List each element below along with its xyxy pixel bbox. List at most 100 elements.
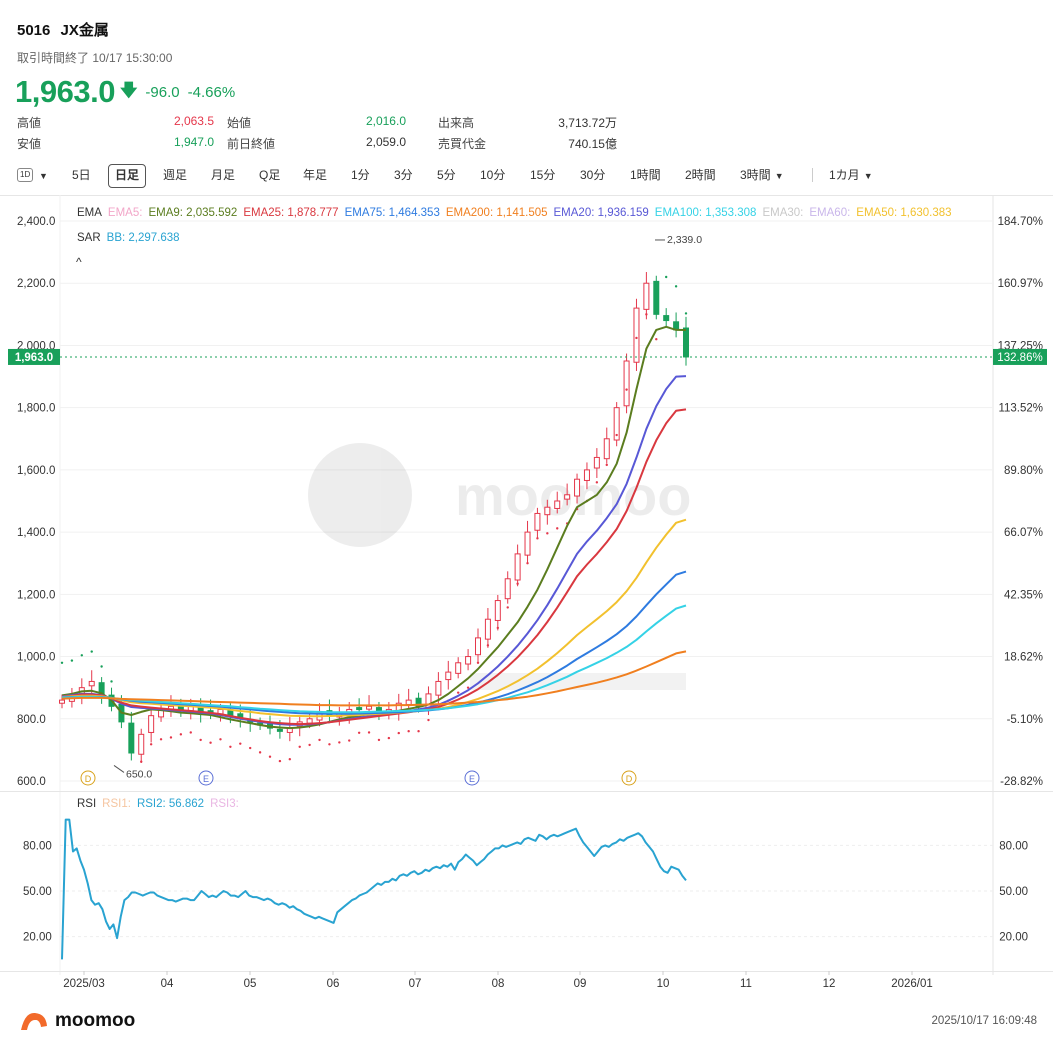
- ema-legend-item-3: EMA25: 1,878.777: [243, 207, 339, 219]
- pct-tick-label: -5.10%: [1007, 714, 1043, 726]
- time-tick-label: 09: [574, 978, 587, 990]
- sar-dot: [159, 738, 163, 741]
- sar-dot: [645, 313, 648, 316]
- pct-tick-label: 42.35%: [1004, 589, 1043, 601]
- low-value: 1,947.0: [173, 135, 214, 149]
- rsi-legend[interactable]: RSI RSI1: RSI2: 56.862 RSI3:: [77, 798, 245, 810]
- sar-dot: [407, 730, 410, 733]
- sar-dot: [298, 745, 301, 748]
- low-annotation: 650.0: [126, 768, 152, 780]
- candle-body: [405, 699, 412, 705]
- sar-legend-item-1: BB: 2,297.638: [106, 232, 180, 244]
- tab-30min[interactable]: 30分: [580, 164, 605, 186]
- price-chart[interactable]: moomoo 600.0 800.0 1,000.0 1,200.0 1,400.0 1,…: [0, 195, 1053, 995]
- candle-body: [683, 327, 689, 358]
- tab-3min[interactable]: 3分: [394, 164, 413, 186]
- sar-dot: [70, 659, 74, 662]
- rsi-tick-label: 80.00: [23, 840, 52, 852]
- chevron-down-icon: ▼: [863, 171, 873, 181]
- tab-15min[interactable]: 15分: [530, 164, 555, 186]
- brand-name: moomoo: [55, 1010, 136, 1031]
- tab-1min[interactable]: 1分: [351, 164, 370, 186]
- price-change: -96.0: [145, 83, 180, 101]
- candle-body: [633, 307, 640, 363]
- ema-legend[interactable]: EMA EMA5: EMA9: 2,035.592 EMA25: 1,878.777 E…: [77, 207, 958, 219]
- tab-2hour[interactable]: 2時間: [685, 164, 716, 186]
- candle-body: [643, 282, 650, 310]
- ema-legend-item-4: EMA75: 1,464.353: [344, 207, 440, 219]
- tab-5day[interactable]: 5日: [72, 164, 91, 186]
- candle-body: [544, 506, 551, 516]
- candle-body: [663, 315, 670, 322]
- pct-tick-label: 184.70%: [998, 216, 1043, 228]
- candle-body: [445, 671, 452, 681]
- ema-legend-item-6: EMA20: 1,936.159: [553, 207, 649, 219]
- event-marker-label: E: [203, 774, 209, 784]
- sar-dot: [427, 718, 430, 722]
- sar-dot: [387, 736, 391, 740]
- tab-3hour-label: 3時間: [740, 168, 771, 182]
- tab-quarterly[interactable]: Q足: [259, 164, 280, 186]
- candle-body: [435, 680, 442, 696]
- sar-dot: [367, 731, 371, 734]
- sar-dot: [664, 275, 668, 279]
- price-axis: 600.0 800.0 1,000.0 1,200.0 1,400.0 1,600.0 1,…: [17, 216, 55, 788]
- tab-5min[interactable]: 5分: [437, 164, 456, 186]
- candle-body: [465, 656, 472, 665]
- ema-legend-item-5: EMA200: 1,141.505: [445, 207, 548, 219]
- tab-1month-dropdown[interactable]: 1カ月 ▼: [829, 164, 873, 186]
- sar-dot: [338, 741, 341, 744]
- candle-body: [484, 618, 491, 640]
- price-row: 1,963.0 🡇 -96.0 -4.66%: [15, 74, 235, 110]
- collapse-icon[interactable]: ^: [76, 255, 82, 269]
- tab-10min[interactable]: 10分: [480, 164, 505, 186]
- chevron-down-icon[interactable]: ▼: [39, 164, 48, 186]
- sar-dot: [288, 758, 292, 761]
- tab-1hour[interactable]: 1時間: [630, 164, 661, 186]
- rsi-pane: 20.00 20.00 50.00 50.00 80.00 80.00: [23, 818, 1028, 960]
- sar-dot: [377, 738, 381, 742]
- last-pct-tag-label: 132.86%: [997, 352, 1042, 364]
- ema-legend-item-9: EMA60:: [809, 207, 851, 219]
- prev-close-label: 前日終値: [227, 137, 276, 151]
- open-label: 始値: [227, 116, 252, 130]
- low-annotation-line: [113, 765, 125, 773]
- watermark-logo-icon: [308, 443, 412, 547]
- sar-legend[interactable]: SAR BB: 2,297.638: [77, 232, 186, 244]
- sar-dot: [219, 738, 222, 741]
- sar-dot: [595, 481, 599, 484]
- quote-stats: 高値 2,063.5 始値 2,016.0 出来高 3,713.72万 安値 1…: [17, 114, 637, 154]
- ema-legend-item-8: EMA30:: [762, 207, 804, 219]
- chevron-down-icon: ▼: [774, 171, 784, 181]
- candle-body: [603, 438, 610, 460]
- price-tick-label: 1,200.0: [17, 589, 55, 601]
- sar-dot: [516, 582, 519, 585]
- sar-dot: [248, 746, 252, 750]
- rsi-legend-item-2: RSI2: 56.862: [136, 798, 205, 810]
- price-tick-label: 800.0: [17, 714, 46, 726]
- candle-body: [554, 500, 561, 509]
- rsi-tick-label-right: 80.00: [999, 840, 1028, 852]
- tab-3hour-dropdown[interactable]: 3時間 ▼: [740, 164, 784, 186]
- capture-timestamp: 2025/10/17 16:09:48: [931, 1015, 1037, 1027]
- tab-monthly[interactable]: 月足: [211, 164, 235, 186]
- chart-type-icon[interactable]: 1D: [17, 168, 34, 182]
- period-toolbar: 1D ▼ 5日 日足 週足 月足 Q足 年足 1分 3分 5分 10分 15分 …: [17, 164, 1017, 188]
- sar-dot: [526, 562, 529, 565]
- sar-dot: [90, 650, 93, 653]
- pct-tick-label: 89.80%: [1004, 465, 1043, 477]
- sar-dot: [80, 654, 84, 657]
- sar-dot: [536, 537, 539, 540]
- sar-dot: [268, 755, 272, 758]
- tab-daily[interactable]: 日足: [108, 164, 147, 188]
- pct-tick-label: -28.82%: [1000, 776, 1043, 788]
- low-label: 安値: [17, 137, 42, 151]
- time-tick-label: 10: [657, 978, 670, 990]
- tab-yearly[interactable]: 年足: [303, 164, 327, 186]
- time-tick-label: 04: [161, 978, 174, 990]
- price-change-pct: -4.66%: [187, 83, 236, 101]
- time-tick-label: 2025/03: [63, 978, 105, 990]
- ema-line-ema75: [61, 570, 687, 715]
- candle-body: [366, 705, 373, 710]
- tab-weekly[interactable]: 週足: [163, 164, 187, 186]
